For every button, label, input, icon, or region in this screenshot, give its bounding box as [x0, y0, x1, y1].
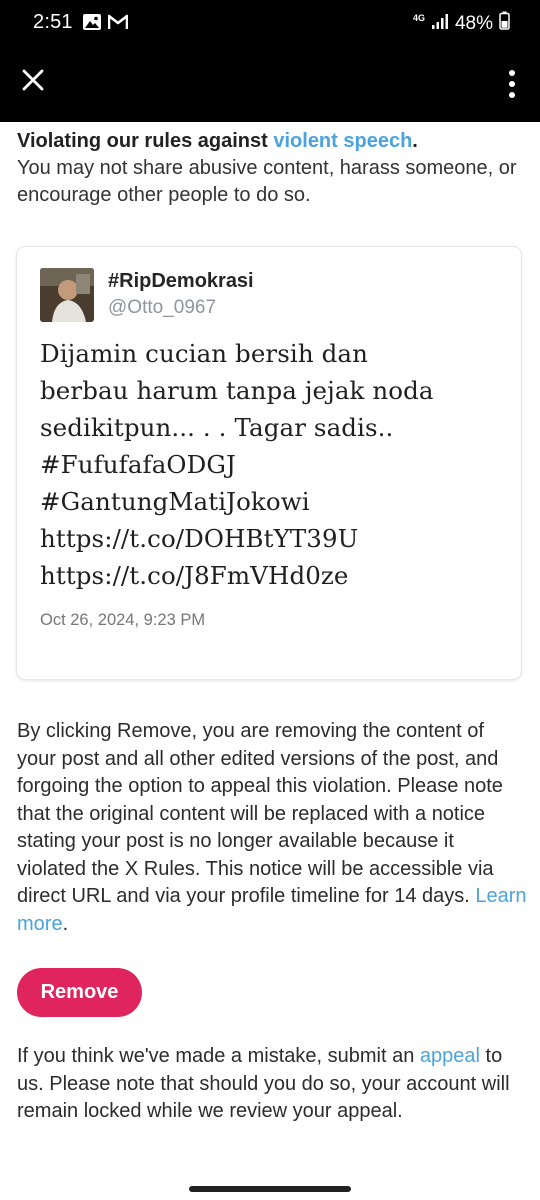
avatar	[40, 268, 94, 322]
status-notification-icons	[82, 13, 129, 36]
violent-speech-link[interactable]: violent speech	[273, 130, 412, 152]
battery-percent: 48%	[454, 12, 493, 34]
remove-button[interactable]: Remove	[17, 968, 142, 1017]
appeal-link[interactable]: appeal	[420, 1045, 480, 1067]
remove-notice: By clicking Remove, you are removing the…	[17, 718, 527, 938]
appeal-text: If you think we've made a mistake, submi…	[17, 1043, 527, 1126]
gmail-icon	[107, 14, 129, 35]
rule-title-prefix: Violating our rules against	[17, 130, 274, 152]
status-bar: 2:51 4G 48%	[0, 0, 540, 46]
signal-icon	[431, 12, 449, 36]
battery-icon	[499, 11, 510, 36]
appeal-prefix: If you think we've made a mistake, submi…	[17, 1045, 420, 1067]
rule-description: You may not share abusive content, haras…	[17, 157, 517, 206]
remove-notice-text: By clicking Remove, you are removing the…	[17, 720, 503, 907]
status-right-group: 4G 48%	[413, 11, 510, 36]
post-date: Oct 26, 2024, 9:23 PM	[40, 611, 206, 629]
close-icon[interactable]	[21, 68, 45, 92]
remove-notice-suffix: .	[62, 912, 69, 935]
post-card: #RipDemokrasi @Otto_0967 Dijamin cucian …	[17, 247, 521, 679]
status-time: 2:51	[33, 11, 73, 33]
home-indicator[interactable]	[189, 1186, 351, 1192]
post-handle: @Otto_0967	[108, 297, 217, 318]
image-icon	[82, 13, 102, 36]
rule-title-suffix: .	[412, 130, 418, 152]
network-type: 4G	[412, 13, 425, 23]
post-text: Dijamin cucian bersih dan berbau harum t…	[40, 339, 434, 590]
app-bar	[0, 46, 540, 122]
rule-title: Violating our rules against violent spee…	[17, 128, 523, 155]
post-display-name: #RipDemokrasi	[108, 270, 254, 292]
rule-section: Violating our rules against violent spee…	[17, 128, 523, 209]
more-vertical-icon[interactable]	[508, 70, 516, 100]
